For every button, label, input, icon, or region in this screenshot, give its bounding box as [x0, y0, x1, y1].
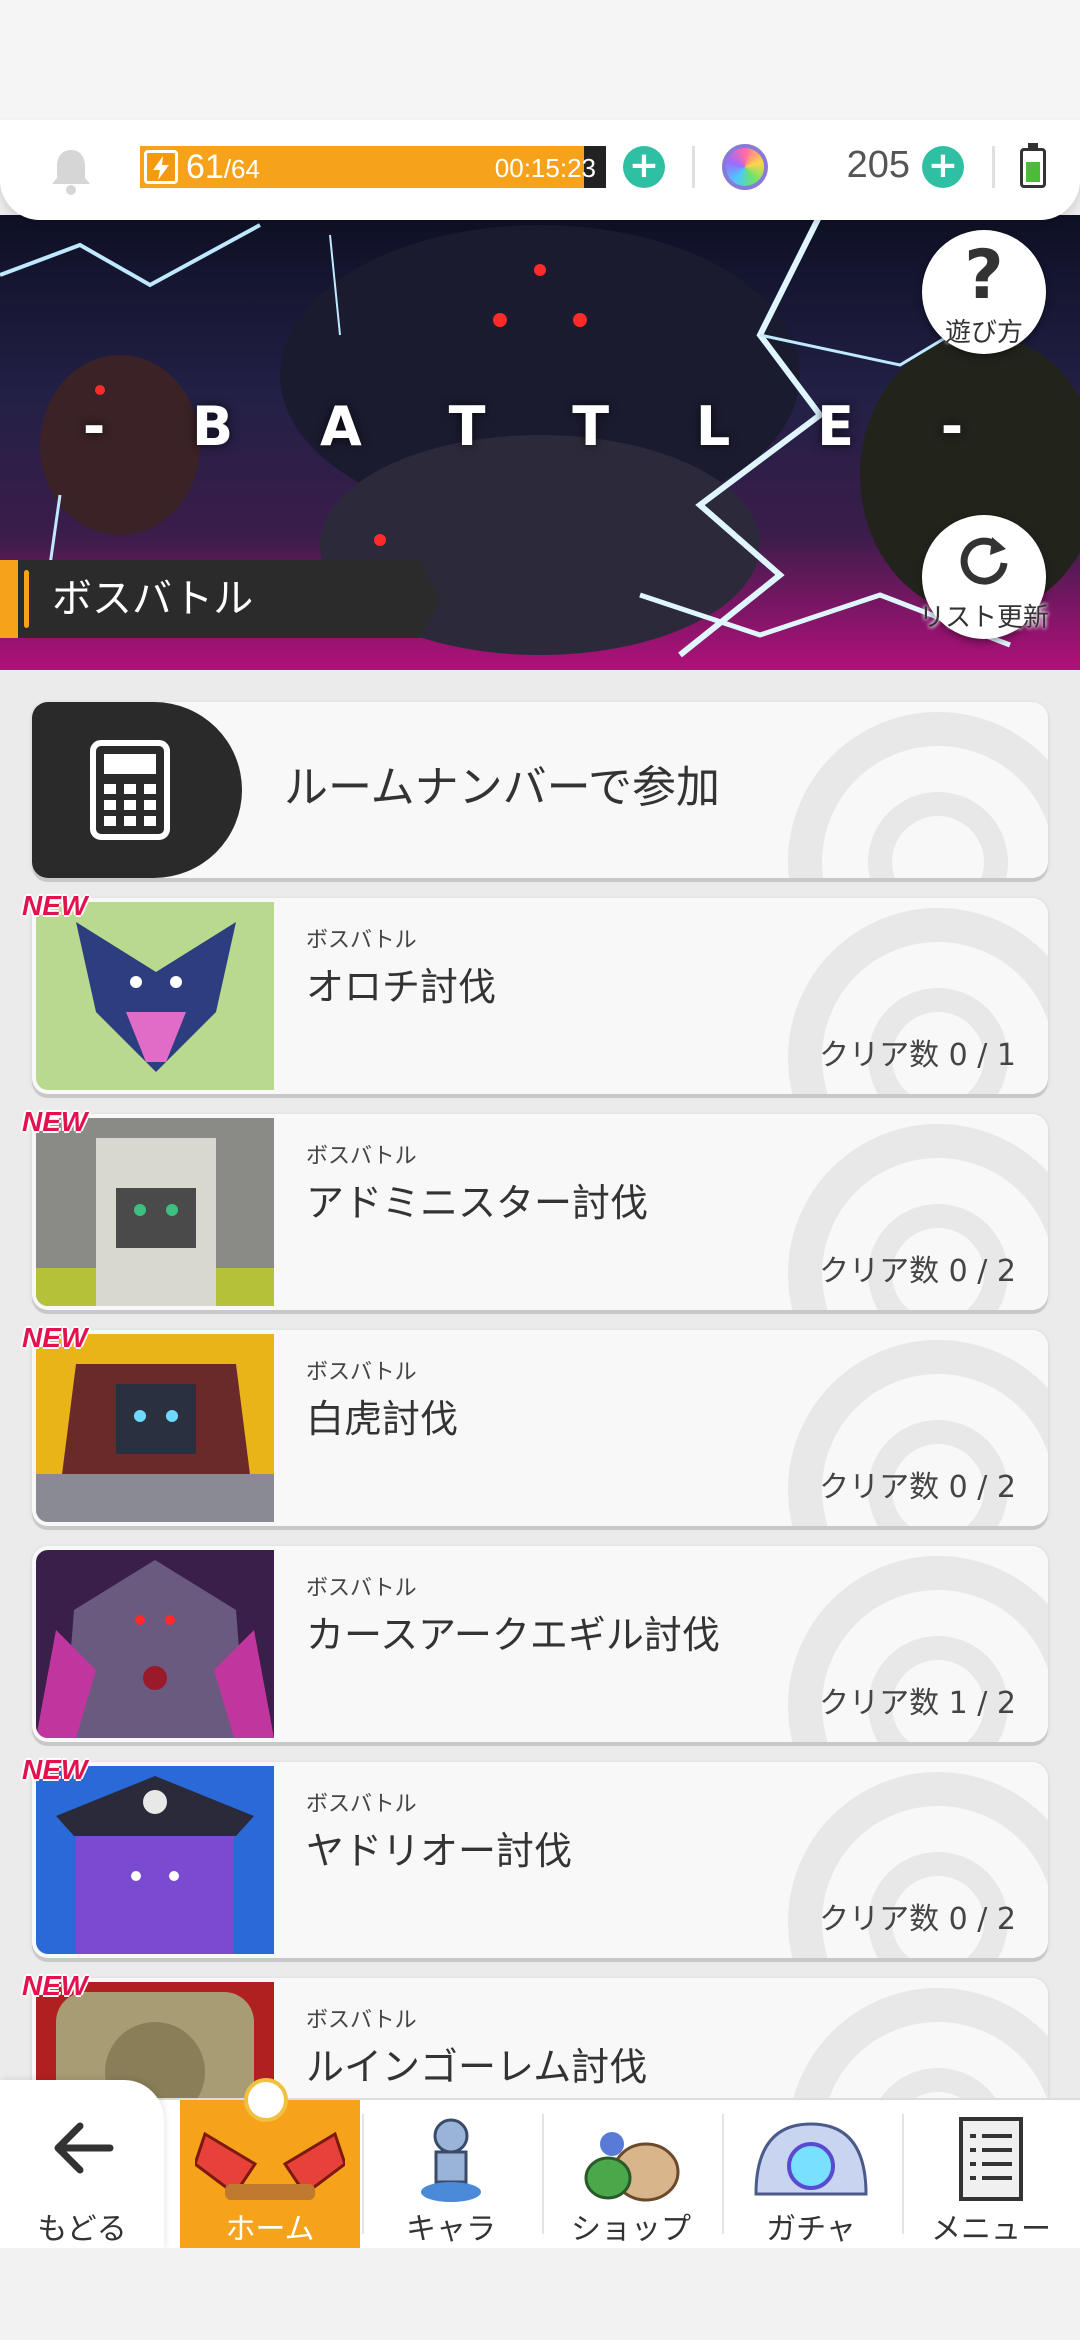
boss-category: ボスバトル [306, 1144, 417, 1169]
boss-category: ボスバトル [306, 928, 417, 953]
boss-thumbnail [36, 1118, 274, 1306]
boss-category: ボスバトル [306, 1576, 417, 1601]
boss-category: ボスバトル [306, 2008, 417, 2033]
battery-icon [1020, 143, 1046, 188]
nav-menu-button[interactable]: メニュー [902, 2100, 1080, 2250]
stamina-timer: 00:15:23 [494, 153, 596, 183]
boss-name: カースアークエギル討伐 [306, 1613, 720, 1657]
nav-shop-button[interactable]: ショップ [542, 2100, 720, 2250]
status-bar: 61/64 00:15:23 + 205 + [0, 120, 1080, 220]
room-number-join-button[interactable]: ルームナンバーで参加 [32, 702, 1048, 878]
divider [992, 146, 995, 188]
top-blank-area [0, 0, 1080, 120]
stamina-value: 61/64 [186, 148, 260, 186]
bell-icon[interactable] [48, 146, 94, 196]
new-badge: NEW [22, 1970, 88, 2001]
boss-name: ルインゴーレム討伐 [306, 2045, 648, 2089]
home-icon [195, 2131, 345, 2200]
new-badge: NEW [22, 1106, 88, 1137]
boss-card-byakko[interactable]: ボスバトル 白虎討伐 クリア数 0 / 2 [32, 1330, 1048, 1526]
nav-gacha-button[interactable]: ガチャ [722, 2100, 900, 2250]
boss-category: ボスバトル [306, 1360, 417, 1385]
divider [692, 146, 695, 188]
room-label: ルームナンバーで参加 [284, 762, 721, 813]
room-icon-area [32, 702, 242, 878]
menu-list-icon [959, 2117, 1023, 2201]
boss-name: 白虎討伐 [306, 1397, 459, 1441]
refresh-icon [960, 537, 1008, 585]
home-indicator-dot [244, 2078, 288, 2122]
new-badge: NEW [22, 890, 88, 921]
gacha-icon [754, 2122, 868, 2196]
clear-count: クリア数 0 / 2 [819, 1254, 1016, 1289]
new-badge: NEW [22, 1754, 88, 1785]
boss-card-yadorio[interactable]: ボスバトル ヤドリオー討伐 クリア数 0 / 2 [32, 1762, 1048, 1958]
boss-name: アドミニスター討伐 [306, 1181, 649, 1225]
boss-thumbnail [36, 1334, 274, 1522]
help-label: 遊び方 [944, 318, 1023, 348]
system-nav-area [0, 2248, 1080, 2340]
bottom-navigation: もどる ホーム キャラ ショップ ガチャ メニュー [0, 2080, 1080, 2250]
character-icon [421, 2118, 481, 2202]
new-badge: NEW [22, 1322, 88, 1353]
clear-count: クリア数 0 / 2 [819, 1902, 1016, 1937]
help-button[interactable]: ? 遊び方 [922, 230, 1046, 354]
stamina-bar: 61/64 00:15:23 [140, 146, 606, 188]
boss-card-orochi[interactable]: ボスバトル オロチ討伐 クリア数 0 / 1 [32, 898, 1048, 1094]
boss-card-curse-ark-aegir[interactable]: ボスバトル カースアークエギル討伐 クリア数 1 / 2 [32, 1546, 1048, 1742]
back-arrow-icon [54, 2122, 114, 2174]
clear-count: クリア数 0 / 2 [819, 1470, 1016, 1505]
boss-category: ボスバトル [306, 1792, 417, 1817]
battle-banner: - B A T T L E - ? 遊び方 リスト更新 ボスバトル [0, 215, 1080, 670]
boss-thumbnail [36, 1766, 274, 1954]
gem-count: 205 [846, 144, 910, 186]
boss-card-administer[interactable]: ボスバトル アドミニスター討伐 クリア数 0 / 2 [32, 1114, 1048, 1310]
shop-bag-icon [584, 2132, 680, 2202]
add-gem-button[interactable]: + [922, 146, 964, 188]
refresh-button[interactable]: リスト更新 [919, 515, 1049, 639]
banner-title: - B A T T L E - [82, 395, 998, 458]
nav-back-button[interactable]: もどる [0, 2080, 164, 2250]
calculator-icon [90, 740, 170, 840]
section-label: ボスバトル [0, 560, 440, 638]
clear-count: クリア数 0 / 1 [819, 1038, 1016, 1073]
refresh-label: リスト更新 [918, 603, 1049, 633]
bolt-icon [144, 150, 178, 184]
boss-thumbnail [36, 902, 274, 1090]
boss-name: ヤドリオー討伐 [306, 1829, 573, 1873]
add-stamina-button[interactable]: + [623, 146, 665, 188]
question-icon: ? [964, 236, 1004, 315]
nav-chara-button[interactable]: キャラ [362, 2100, 540, 2250]
gem-icon [722, 144, 768, 190]
boss-thumbnail [36, 1550, 274, 1738]
boss-name: オロチ討伐 [306, 965, 497, 1009]
clear-count: クリア数 1 / 2 [819, 1686, 1016, 1721]
nav-home-button[interactable]: ホーム [180, 2100, 360, 2250]
